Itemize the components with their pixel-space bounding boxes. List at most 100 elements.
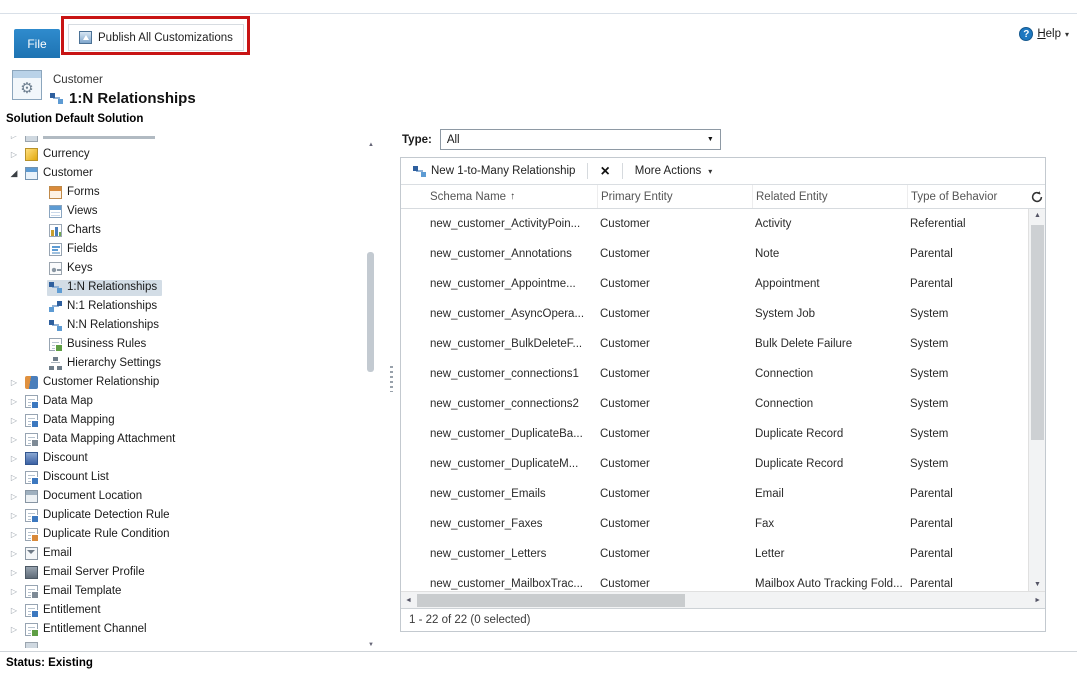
expand-toggle-icon[interactable]: ▷ [8,568,20,577]
refresh-button[interactable] [1028,185,1045,208]
expand-toggle-icon[interactable]: ▷ [8,378,20,387]
publish-all-customizations-button[interactable]: Publish All Customizations [68,24,244,51]
tree-item-label: Customer [43,167,93,179]
forms-icon [49,186,62,199]
scroll-left-icon[interactable]: ◄ [405,592,412,609]
panel-splitter[interactable] [386,128,396,652]
table-row[interactable]: new_customer_DuplicateBa...CustomerDupli… [401,419,1028,449]
tree-item-charts[interactable]: Charts [2,221,364,240]
table-row[interactable]: new_customer_BulkDeleteF...CustomerBulk … [401,329,1028,359]
relationships-panel: New 1-to-Many Relationship × More Action… [400,157,1046,632]
cell-schema-name: new_customer_DuplicateBa... [427,428,597,440]
tree-item-views[interactable]: Views [2,202,364,221]
tree-item-keys[interactable]: Keys [2,259,364,278]
tree-item-document-location[interactable]: ▷ Document Location [2,487,364,506]
tree-item-customer-relationship[interactable]: ▷Customer Relationship [2,373,364,392]
scroll-down-icon[interactable]: ▼ [366,642,376,648]
tree-item-fields[interactable]: Fields [2,240,364,259]
tree-item-n-1-relationships[interactable]: N:1 Relationships [2,297,364,316]
expand-toggle-icon[interactable]: ▷ [8,625,20,634]
column-header-type-of-behavior[interactable]: Type of Behavior [907,185,1028,208]
more-actions-label: More Actions [635,165,701,177]
expand-toggle-icon[interactable]: ▷ [8,416,20,425]
delete-button[interactable]: × [594,162,615,181]
vertical-scrollbar[interactable]: ▲ ▼ [1028,209,1045,591]
tree-scrollbar-thumb[interactable] [367,252,374,372]
tree-item-n-n-relationships[interactable]: N:N Relationships [2,316,364,335]
expand-toggle-icon[interactable]: ▷ [8,454,20,463]
tree-item-data-mapping-attachment[interactable]: ▷Data Mapping Attachment [2,430,364,449]
tree-item-data-mapping[interactable]: ▷Data Mapping [2,411,364,430]
cell-type-of-behavior: System [907,428,1028,440]
expand-toggle-icon[interactable]: ▷ [8,511,20,520]
scroll-up-icon[interactable]: ▲ [1029,212,1046,219]
scroll-right-icon[interactable]: ► [1034,592,1041,609]
help-menu[interactable]: ? Help ▾ [1019,27,1069,41]
expand-toggle-icon[interactable]: ▷ [8,587,20,596]
table-row[interactable]: new_customer_ActivityPoin...CustomerActi… [401,209,1028,239]
table-row[interactable]: new_customer_connections1CustomerConnect… [401,359,1028,389]
tree-item-hierarchy-settings[interactable]: Hierarchy Settings [2,354,364,373]
expand-toggle-icon[interactable]: ▷ [8,492,20,501]
file-menu-button[interactable]: File [14,29,60,58]
expand-toggle-icon[interactable]: ▷ [8,397,20,406]
tree-scrollbar[interactable]: ▲ ▼ [366,142,376,648]
expand-toggle-icon[interactable]: ▷ [8,136,20,140]
collapse-toggle-icon[interactable]: ◢ [8,168,20,179]
tree-item-duplicate-rule-condition[interactable]: ▷Duplicate Rule Condition [2,525,364,544]
tree-item-label: Currency [43,148,90,160]
tree-item-forms[interactable]: Forms [2,183,364,202]
expand-toggle-icon[interactable]: ▷ [8,473,20,482]
cell-primary-entity: Customer [597,278,752,290]
table-row[interactable]: new_customer_EmailsCustomerEmailParental [401,479,1028,509]
type-dropdown[interactable]: All ▼ [440,129,721,150]
tree-item-entitlement[interactable]: ▷Entitlement [2,601,364,620]
cell-related-entity: Mailbox Auto Tracking Fold... [752,578,907,590]
tree-item-discount[interactable]: ▷Discount [2,449,364,468]
table-row[interactable]: new_customer_DuplicateM...CustomerDuplic… [401,449,1028,479]
expand-toggle-icon[interactable]: ▷ [8,606,20,615]
new-1-to-many-relationship-button[interactable]: New 1-to-Many Relationship [407,162,581,181]
keys-icon [49,262,62,275]
column-header-primary-entity[interactable]: Primary Entity [597,185,752,208]
email-server-profile-icon [25,566,38,579]
expand-toggle-icon[interactable]: ▷ [8,435,20,444]
column-header-schema-name[interactable]: Schema Name↑ [427,185,597,208]
type-dropdown-value: All [447,134,460,146]
tree-item-data-map[interactable]: ▷Data Map [2,392,364,411]
tree-item-email-template[interactable]: ▷Email Template [2,582,364,601]
table-row[interactable]: new_customer_AnnotationsCustomerNotePare… [401,239,1028,269]
table-row[interactable]: new_customer_AsyncOpera...CustomerSystem… [401,299,1028,329]
expand-toggle-icon[interactable]: ▷ [8,150,20,159]
horizontal-scrollbar[interactable]: ◄ ► [401,591,1045,608]
table-row[interactable]: new_customer_MailboxTrac...CustomerMailb… [401,569,1028,591]
tree-item-1-n-relationships[interactable]: 1:N Relationships [2,278,364,297]
tree-item-business-rules[interactable]: Business Rules [2,335,364,354]
help-label: Help [1037,28,1061,40]
tree-item-customer[interactable]: ◢ Customer [2,164,364,183]
horizontal-scrollbar-thumb[interactable] [417,594,685,607]
column-header-label: Related Entity [756,191,828,203]
scroll-up-icon[interactable]: ▲ [366,142,376,148]
expand-toggle-icon[interactable]: ▷ [8,549,20,558]
table-row[interactable]: new_customer_connections2CustomerConnect… [401,389,1028,419]
currency-icon [25,148,38,161]
tree-item-currency[interactable]: ▷ Currency [2,145,364,164]
tree-item-label: Document Location [43,490,142,502]
table-row[interactable]: new_customer_LettersCustomerLetterParent… [401,539,1028,569]
table-row[interactable]: new_customer_FaxesCustomerFaxParental [401,509,1028,539]
tree-item-duplicate-detection-rule[interactable]: ▷Duplicate Detection Rule [2,506,364,525]
tree-item-email-server-profile[interactable]: ▷Email Server Profile [2,563,364,582]
cell-primary-entity: Customer [597,308,752,320]
tree-item-entitlement-channel[interactable]: ▷Entitlement Channel [2,620,364,639]
email-template-icon [25,585,38,598]
vertical-scrollbar-thumb[interactable] [1031,225,1044,440]
tree-item-email[interactable]: ▷Email [2,544,364,563]
expand-toggle-icon[interactable]: ▷ [8,530,20,539]
publish-label: Publish All Customizations [98,32,233,44]
more-actions-button[interactable]: More Actions ▾ [629,162,719,180]
table-row[interactable]: new_customer_Appointme...CustomerAppoint… [401,269,1028,299]
column-header-related-entity[interactable]: Related Entity [752,185,907,208]
scroll-down-icon[interactable]: ▼ [1029,581,1046,588]
tree-item-discount-list[interactable]: ▷Discount List [2,468,364,487]
